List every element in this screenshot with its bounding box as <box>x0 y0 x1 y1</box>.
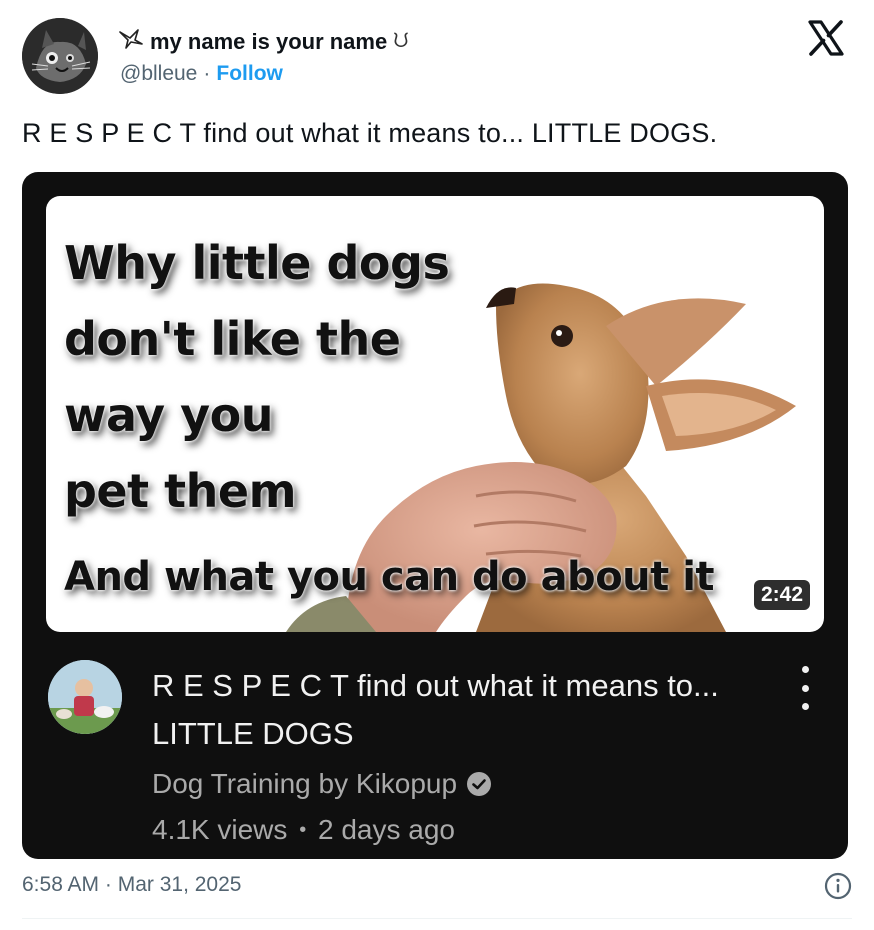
meta-bullet: • <box>299 819 307 841</box>
follow-button[interactable]: Follow <box>216 62 283 86</box>
upload-age: 2 days ago <box>317 814 455 845</box>
separator-dot: · <box>203 62 211 85</box>
channel-name[interactable]: Dog Training by Kikopup <box>152 768 457 800</box>
info-icon[interactable] <box>824 872 852 900</box>
thumbnail-line-2: don't like the <box>64 312 401 366</box>
author-handle-row: @blleue · Follow <box>120 62 283 86</box>
author-name-row[interactable]: my name is your name ᙀ <box>118 28 409 55</box>
thumbnail-line-4: pet them <box>64 464 297 518</box>
bird-icon <box>118 28 144 55</box>
youtube-video-card[interactable]: Why little dogs don't like the way you p… <box>22 172 848 859</box>
tweet-header: my name is your name ᙀ @blleue · Follow <box>22 18 852 98</box>
author-avatar[interactable] <box>22 18 98 94</box>
name-decoration-glyph: ᙀ <box>393 30 409 52</box>
author-display-name[interactable]: my name is your name <box>150 29 387 55</box>
thumbnail-line-3: way you <box>64 388 273 442</box>
channel-row[interactable]: Dog Training by Kikopup <box>152 768 492 800</box>
channel-avatar[interactable] <box>48 660 122 734</box>
video-duration-badge: 2:42 <box>753 580 810 610</box>
more-vertical-icon[interactable] <box>798 666 812 710</box>
video-title[interactable]: R E S P E C T find out what it means to.… <box>152 662 752 758</box>
check-circle-icon <box>467 772 492 796</box>
thumbnail-line-1: Why little dogs <box>64 236 450 290</box>
author-handle[interactable]: @blleue <box>120 62 197 86</box>
tweet-text: R E S P E C T find out what it means to.… <box>22 118 718 148</box>
video-thumbnail[interactable]: Why little dogs don't like the way you p… <box>46 196 824 632</box>
thumbnail-line-5: And what you can do about it <box>64 554 715 600</box>
x-logo-icon[interactable] <box>806 18 846 58</box>
video-meta: 4.1K views • 2 days ago <box>152 814 455 846</box>
view-count: 4.1K views <box>152 814 288 845</box>
divider <box>22 918 852 919</box>
tweet-timestamp[interactable]: 6:58 AM · Mar 31, 2025 <box>22 873 241 897</box>
cat-avatar-image <box>22 18 98 94</box>
